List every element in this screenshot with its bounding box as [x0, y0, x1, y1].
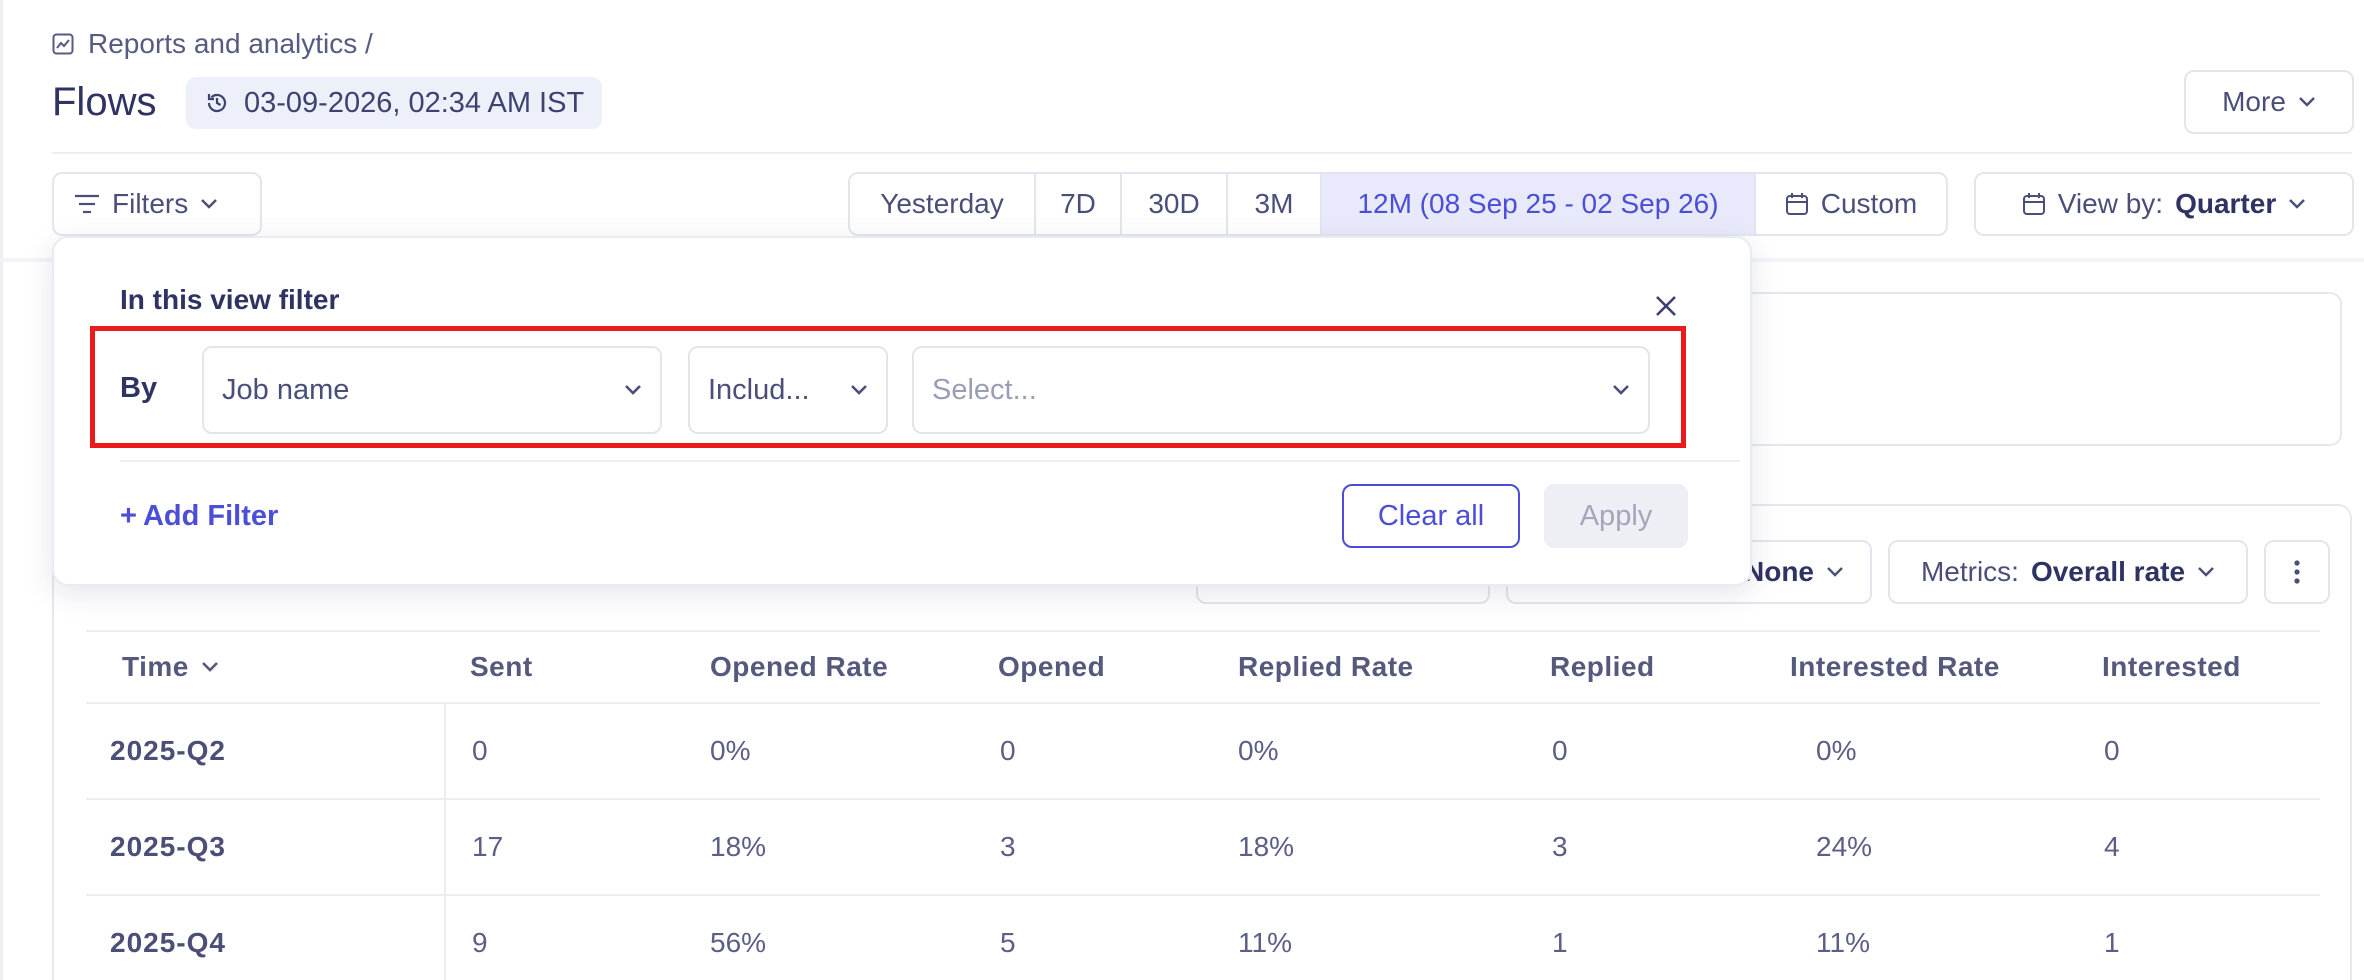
sort-chevron-down-icon: [201, 661, 219, 673]
more-button[interactable]: More: [2184, 70, 2354, 134]
range-label: Yesterday: [880, 188, 1004, 219]
cell-replied-rate: 11%: [1238, 927, 1292, 958]
plus-icon: +: [120, 500, 137, 532]
cell-opened-rate: 56%: [710, 927, 767, 958]
range-label: 30D: [1148, 188, 1200, 219]
range-label: 3M: [1254, 188, 1294, 219]
chevron-down-icon: [2298, 96, 2316, 108]
metrics-value: Overall rate: [2030, 556, 2186, 587]
cell-interested-rate: 24%: [1816, 831, 1873, 862]
range-label: 12M (08 Sep 25 - 02 Sep 26): [1357, 188, 1719, 219]
column-header-sent[interactable]: Sent: [470, 632, 533, 702]
cell-opened: 5: [1000, 927, 1016, 958]
metrics-prefix: Metrics:: [1920, 556, 2019, 587]
column-header-interested[interactable]: Interested: [2102, 632, 2241, 702]
filters-button[interactable]: Filters: [52, 172, 262, 236]
range-label: Custom: [1820, 188, 1918, 219]
header-divider: [52, 152, 2352, 154]
history-icon: [204, 90, 230, 116]
table-row: 2025-Q2 0 0% 0 0% 0 0% 0: [86, 704, 2320, 800]
range-7d[interactable]: 7D: [1036, 174, 1122, 234]
cell-interested: 4: [2104, 831, 2120, 862]
cell-time: 2025-Q4: [110, 927, 226, 958]
table-row: 2025-Q3 17 18% 3 18% 3 24% 4: [86, 800, 2320, 896]
column-divider: [444, 800, 446, 894]
cell-opened-rate: 18%: [710, 831, 767, 862]
cell-opened: 0: [1000, 735, 1016, 766]
column-header-time[interactable]: Time: [122, 632, 219, 702]
cell-replied: 1: [1552, 927, 1568, 958]
breadcrumb[interactable]: Reports and analytics /: [52, 28, 373, 60]
chevron-down-icon: [2197, 566, 2215, 578]
column-header-replied[interactable]: Replied: [1550, 632, 1655, 702]
add-filter-label: Add Filter: [142, 500, 279, 532]
range-3m[interactable]: 3M: [1228, 174, 1322, 234]
column-header-interested-rate[interactable]: Interested Rate: [1790, 632, 2000, 702]
chevron-down-icon: [1826, 566, 1844, 578]
cell-replied: 3: [1552, 831, 1568, 862]
cell-time: 2025-Q2: [110, 735, 226, 766]
date-range-selector: Yesterday 7D 30D 3M 12M (08 Sep 25 - 02 …: [848, 172, 1948, 236]
group-by-value: None: [1744, 556, 1814, 587]
more-label: More: [2222, 86, 2286, 117]
kebab-menu-icon: [2294, 560, 2300, 584]
filter-popover: In this view filter By Job name Includ..…: [52, 236, 1752, 586]
popover-divider: [120, 460, 1740, 462]
calendar-icon: [1785, 192, 1809, 216]
chevron-down-icon: [2288, 198, 2306, 210]
cell-sent: 17: [472, 831, 504, 862]
more-options-button[interactable]: [2264, 540, 2330, 604]
highlight-box: [90, 326, 1686, 448]
cell-interested: 0: [2104, 735, 2120, 766]
breadcrumb-label[interactable]: Reports and analytics /: [88, 28, 373, 60]
calendar-icon: [2022, 192, 2046, 216]
view-by-dropdown[interactable]: View by: Quarter: [1974, 172, 2354, 236]
range-30d[interactable]: 30D: [1122, 174, 1228, 234]
column-header-replied-rate[interactable]: Replied Rate: [1238, 632, 1414, 702]
cell-interested: 1: [2104, 927, 2120, 958]
timestamp-badge: 03-09-2026, 02:34 AM IST: [186, 77, 603, 129]
page-left-border: [0, 0, 3, 980]
column-divider: [444, 704, 446, 798]
table-row: 2025-Q4 9 56% 5 11% 1 11% 1: [86, 896, 2320, 980]
cell-replied-rate: 18%: [1238, 831, 1295, 862]
filter-lines-icon: [74, 193, 100, 215]
chevron-down-icon: [200, 198, 218, 210]
range-12m[interactable]: 12M (08 Sep 25 - 02 Sep 26): [1322, 174, 1756, 234]
close-icon[interactable]: [1650, 290, 1682, 322]
clear-all-button[interactable]: Clear all: [1342, 484, 1520, 548]
column-header-opened[interactable]: Opened: [998, 632, 1105, 702]
cell-replied: 0: [1552, 735, 1568, 766]
view-by-prefix: View by:: [2057, 188, 2164, 219]
metrics-dropdown[interactable]: Metrics: Overall rate: [1888, 540, 2248, 604]
column-header-opened-rate[interactable]: Opened Rate: [710, 632, 888, 702]
cell-sent: 0: [472, 735, 488, 766]
cell-replied-rate: 0%: [1238, 735, 1279, 766]
data-table: Time Sent Opened Rate Opened Replied Rat…: [86, 630, 2320, 980]
range-yesterday[interactable]: Yesterday: [850, 174, 1036, 234]
popover-title: In this view filter: [120, 284, 340, 315]
cell-sent: 9: [472, 927, 488, 958]
cell-interested-rate: 0%: [1816, 735, 1857, 766]
cell-opened-rate: 0%: [710, 735, 751, 766]
view-by-value: Quarter: [2175, 188, 2277, 219]
chart-icon: [52, 33, 74, 55]
page-title: Flows: [52, 80, 157, 124]
column-divider: [444, 896, 446, 980]
column-header-label: Time: [122, 651, 189, 682]
table-header-row: Time Sent Opened Rate Opened Replied Rat…: [86, 630, 2320, 704]
cell-opened: 3: [1000, 831, 1016, 862]
cell-interested-rate: 11%: [1816, 927, 1870, 958]
add-filter-button[interactable]: + Add Filter: [120, 500, 278, 533]
range-custom[interactable]: Custom: [1756, 174, 1946, 234]
apply-button[interactable]: Apply: [1544, 484, 1688, 548]
summary-card: [1720, 292, 2342, 446]
cell-time: 2025-Q3: [110, 831, 226, 862]
filters-label: Filters: [112, 188, 189, 219]
timestamp-text: 03-09-2026, 02:34 AM IST: [244, 86, 585, 119]
range-label: 7D: [1060, 188, 1096, 219]
